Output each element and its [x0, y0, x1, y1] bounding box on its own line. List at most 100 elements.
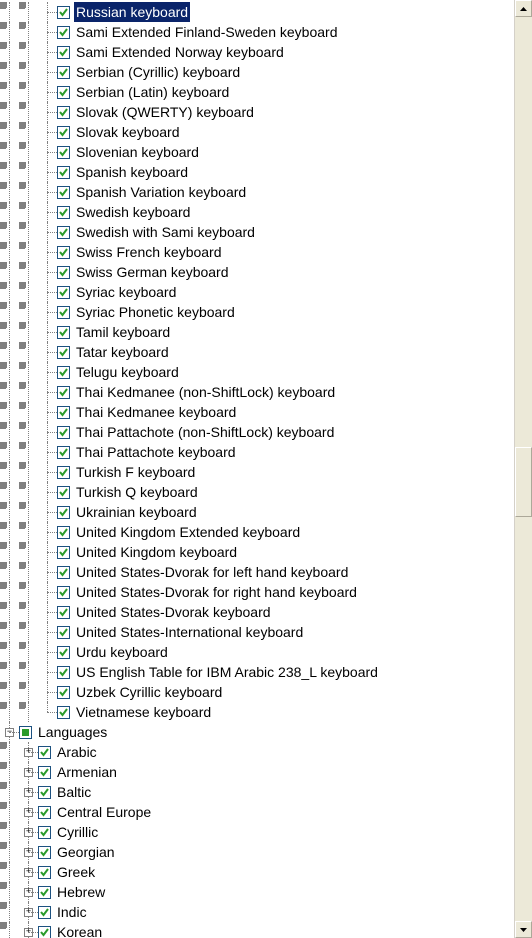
- checkbox[interactable]: [57, 286, 70, 299]
- tree-item-keyboard[interactable]: United States-Dvorak for left hand keybo…: [0, 562, 514, 582]
- checkbox[interactable]: [38, 826, 51, 839]
- tree-item-keyboard[interactable]: Uzbek Cyrillic keyboard: [0, 682, 514, 702]
- tree-item-keyboard[interactable]: Tatar keyboard: [0, 342, 514, 362]
- checkbox[interactable]: [57, 266, 70, 279]
- checkbox[interactable]: [57, 146, 70, 159]
- checkbox[interactable]: [57, 86, 70, 99]
- checkbox[interactable]: [57, 686, 70, 699]
- checkbox[interactable]: [57, 106, 70, 119]
- tree-item-keyboard[interactable]: Syriac Phonetic keyboard: [0, 302, 514, 322]
- tree-item-keyboard[interactable]: Sami Extended Finland-Sweden keyboard: [0, 22, 514, 42]
- scroll-up-button[interactable]: [515, 0, 532, 17]
- tree-item-keyboard[interactable]: United Kingdom keyboard: [0, 542, 514, 562]
- checkbox[interactable]: [38, 766, 51, 779]
- checkbox[interactable]: [57, 166, 70, 179]
- checkbox[interactable]: [38, 806, 51, 819]
- tree-item-keyboard[interactable]: United States-International keyboard: [0, 622, 514, 642]
- checkbox[interactable]: [57, 506, 70, 519]
- checkbox[interactable]: [57, 346, 70, 359]
- checkbox[interactable]: [57, 486, 70, 499]
- expand-icon[interactable]: [24, 848, 33, 857]
- expand-icon[interactable]: [24, 768, 33, 777]
- tree-item-language[interactable]: Arabic: [0, 742, 514, 762]
- checkbox[interactable]: [38, 926, 51, 938]
- tree-item-keyboard[interactable]: Russian keyboard: [0, 2, 514, 22]
- checkbox[interactable]: [57, 546, 70, 559]
- checkbox[interactable]: [57, 666, 70, 679]
- checkbox[interactable]: [57, 526, 70, 539]
- checkbox[interactable]: [38, 846, 51, 859]
- tree-item-keyboard[interactable]: Slovak (QWERTY) keyboard: [0, 102, 514, 122]
- tree-item-keyboard[interactable]: Slovenian keyboard: [0, 142, 514, 162]
- expand-icon[interactable]: [24, 788, 33, 797]
- expand-icon[interactable]: [24, 808, 33, 817]
- checkbox[interactable]: [57, 426, 70, 439]
- tree-item-keyboard[interactable]: Turkish Q keyboard: [0, 482, 514, 502]
- checkbox[interactable]: [57, 406, 70, 419]
- checkbox[interactable]: [57, 446, 70, 459]
- tree-item-keyboard[interactable]: Thai Pattachote (non-ShiftLock) keyboard: [0, 422, 514, 442]
- tree-item-keyboard[interactable]: Spanish keyboard: [0, 162, 514, 182]
- tree-item-keyboard[interactable]: Syriac keyboard: [0, 282, 514, 302]
- tree-item-language[interactable]: Armenian: [0, 762, 514, 782]
- tree-item-language[interactable]: Georgian: [0, 842, 514, 862]
- checkbox[interactable]: [38, 866, 51, 879]
- scrollbar-track[interactable]: [515, 17, 532, 921]
- checkbox[interactable]: [57, 706, 70, 719]
- checkbox[interactable]: [57, 366, 70, 379]
- tree-item-keyboard[interactable]: Swiss German keyboard: [0, 262, 514, 282]
- tree-item-language[interactable]: Greek: [0, 862, 514, 882]
- checkbox[interactable]: [38, 786, 51, 799]
- tree-item-keyboard[interactable]: Spanish Variation keyboard: [0, 182, 514, 202]
- tree-item-language[interactable]: Cyrillic: [0, 822, 514, 842]
- expand-icon[interactable]: [24, 748, 33, 757]
- scroll-down-button[interactable]: [515, 921, 532, 938]
- tree-item-keyboard[interactable]: Thai Pattachote keyboard: [0, 442, 514, 462]
- checkbox[interactable]: [57, 626, 70, 639]
- checkbox[interactable]: [57, 6, 70, 19]
- tree-item-languages-header[interactable]: Languages: [0, 722, 514, 742]
- checkbox[interactable]: [57, 566, 70, 579]
- expand-icon[interactable]: [24, 868, 33, 877]
- checkbox[interactable]: [57, 186, 70, 199]
- tree-item-language[interactable]: Central Europe: [0, 802, 514, 822]
- checkbox[interactable]: [57, 306, 70, 319]
- expand-icon[interactable]: [24, 928, 33, 937]
- tree-item-keyboard[interactable]: Ukrainian keyboard: [0, 502, 514, 522]
- tree-item-keyboard[interactable]: Thai Kedmanee (non-ShiftLock) keyboard: [0, 382, 514, 402]
- checkbox[interactable]: [57, 226, 70, 239]
- tree-item-keyboard[interactable]: Sami Extended Norway keyboard: [0, 42, 514, 62]
- tree-item-language[interactable]: Korean: [0, 922, 514, 938]
- tree-item-keyboard[interactable]: Thai Kedmanee keyboard: [0, 402, 514, 422]
- tree-item-keyboard[interactable]: United States-Dvorak keyboard: [0, 602, 514, 622]
- checkbox[interactable]: [38, 886, 51, 899]
- tree-item-keyboard[interactable]: Vietnamese keyboard: [0, 702, 514, 722]
- tree-item-keyboard[interactable]: US English Table for IBM Arabic 238_L ke…: [0, 662, 514, 682]
- expand-icon[interactable]: [24, 908, 33, 917]
- checkbox[interactable]: [57, 26, 70, 39]
- checkbox[interactable]: [38, 906, 51, 919]
- tree-item-language[interactable]: Baltic: [0, 782, 514, 802]
- checkbox[interactable]: [57, 46, 70, 59]
- tree-item-keyboard[interactable]: Swiss French keyboard: [0, 242, 514, 262]
- checkbox[interactable]: [57, 246, 70, 259]
- tree-item-keyboard[interactable]: Swedish with Sami keyboard: [0, 222, 514, 242]
- tree-item-keyboard[interactable]: Urdu keyboard: [0, 642, 514, 662]
- tree-item-keyboard[interactable]: Serbian (Latin) keyboard: [0, 82, 514, 102]
- tree-item-keyboard[interactable]: Swedish keyboard: [0, 202, 514, 222]
- tree-item-keyboard[interactable]: Telugu keyboard: [0, 362, 514, 382]
- checkbox[interactable]: [19, 726, 32, 739]
- checkbox[interactable]: [57, 206, 70, 219]
- checkbox[interactable]: [57, 646, 70, 659]
- tree-item-keyboard[interactable]: United States-Dvorak for right hand keyb…: [0, 582, 514, 602]
- tree-item-keyboard[interactable]: Turkish F keyboard: [0, 462, 514, 482]
- expand-icon[interactable]: [24, 828, 33, 837]
- checkbox[interactable]: [57, 326, 70, 339]
- tree-item-keyboard[interactable]: Slovak keyboard: [0, 122, 514, 142]
- checkbox[interactable]: [57, 586, 70, 599]
- tree-item-keyboard[interactable]: Tamil keyboard: [0, 322, 514, 342]
- checkbox[interactable]: [57, 66, 70, 79]
- tree-item-keyboard[interactable]: Serbian (Cyrillic) keyboard: [0, 62, 514, 82]
- checkbox[interactable]: [57, 606, 70, 619]
- checkbox[interactable]: [57, 466, 70, 479]
